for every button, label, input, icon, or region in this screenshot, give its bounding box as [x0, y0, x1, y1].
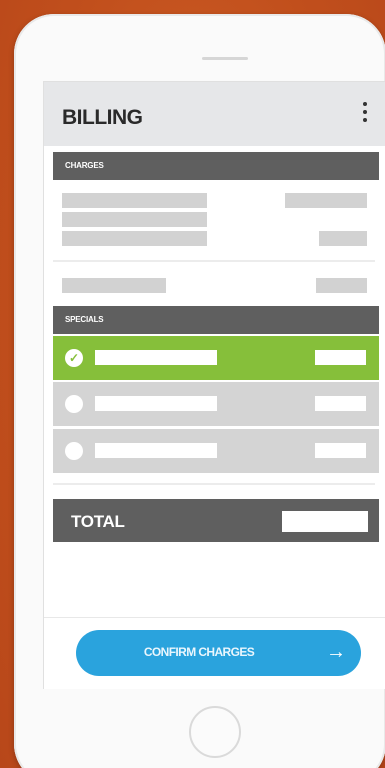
special-option-value-placeholder — [315, 396, 366, 411]
checkmark-icon[interactable]: ✓ — [65, 349, 83, 367]
special-option-row[interactable] — [53, 429, 379, 473]
charges-section-header: CHARGES — [53, 152, 379, 180]
radio-unchecked-icon[interactable] — [65, 395, 83, 413]
background: BILLING CHARGES SPECIALS ✓ TOTAL CONFIRM… — [0, 0, 385, 768]
phone-frame: BILLING CHARGES SPECIALS ✓ TOTAL CONFIRM… — [14, 14, 385, 768]
confirm-charges-label: CONFIRM CHARGES — [143, 645, 255, 659]
charge-line-value-placeholder — [319, 231, 367, 246]
divider — [53, 260, 375, 262]
footer-area: CONFIRM CHARGES → — [44, 617, 385, 689]
total-bar: TOTAL — [53, 499, 379, 542]
app-header: BILLING — [44, 82, 385, 146]
special-option-value-placeholder — [315, 350, 366, 365]
special-option-value-placeholder — [315, 443, 366, 458]
total-label: TOTAL — [71, 512, 125, 531]
charge-line-value-placeholder — [285, 193, 367, 208]
special-option-label-placeholder — [95, 350, 217, 365]
special-option-row[interactable]: ✓ — [53, 336, 379, 380]
special-option-label-placeholder — [95, 396, 217, 411]
subtotal-value-placeholder — [316, 278, 367, 293]
special-option-label-placeholder — [95, 443, 217, 458]
confirm-charges-button[interactable]: CONFIRM CHARGES → — [76, 630, 361, 676]
divider — [53, 483, 375, 485]
app-screen: BILLING CHARGES SPECIALS ✓ TOTAL CONFIRM… — [43, 81, 385, 689]
page-title: BILLING — [62, 106, 143, 129]
phone-speaker — [202, 57, 248, 60]
charge-line-label-placeholder — [62, 193, 207, 208]
kebab-menu-icon[interactable] — [360, 102, 370, 128]
radio-unchecked-icon[interactable] — [65, 442, 83, 460]
specials-section-header: SPECIALS — [53, 306, 379, 334]
home-button[interactable] — [189, 706, 241, 758]
total-value-placeholder — [282, 511, 368, 532]
arrow-right-icon: → — [326, 641, 346, 663]
charge-line-label-placeholder — [62, 231, 207, 246]
subtotal-label-placeholder — [62, 278, 166, 293]
charge-line-label-placeholder — [62, 212, 207, 227]
special-option-row[interactable] — [53, 382, 379, 426]
